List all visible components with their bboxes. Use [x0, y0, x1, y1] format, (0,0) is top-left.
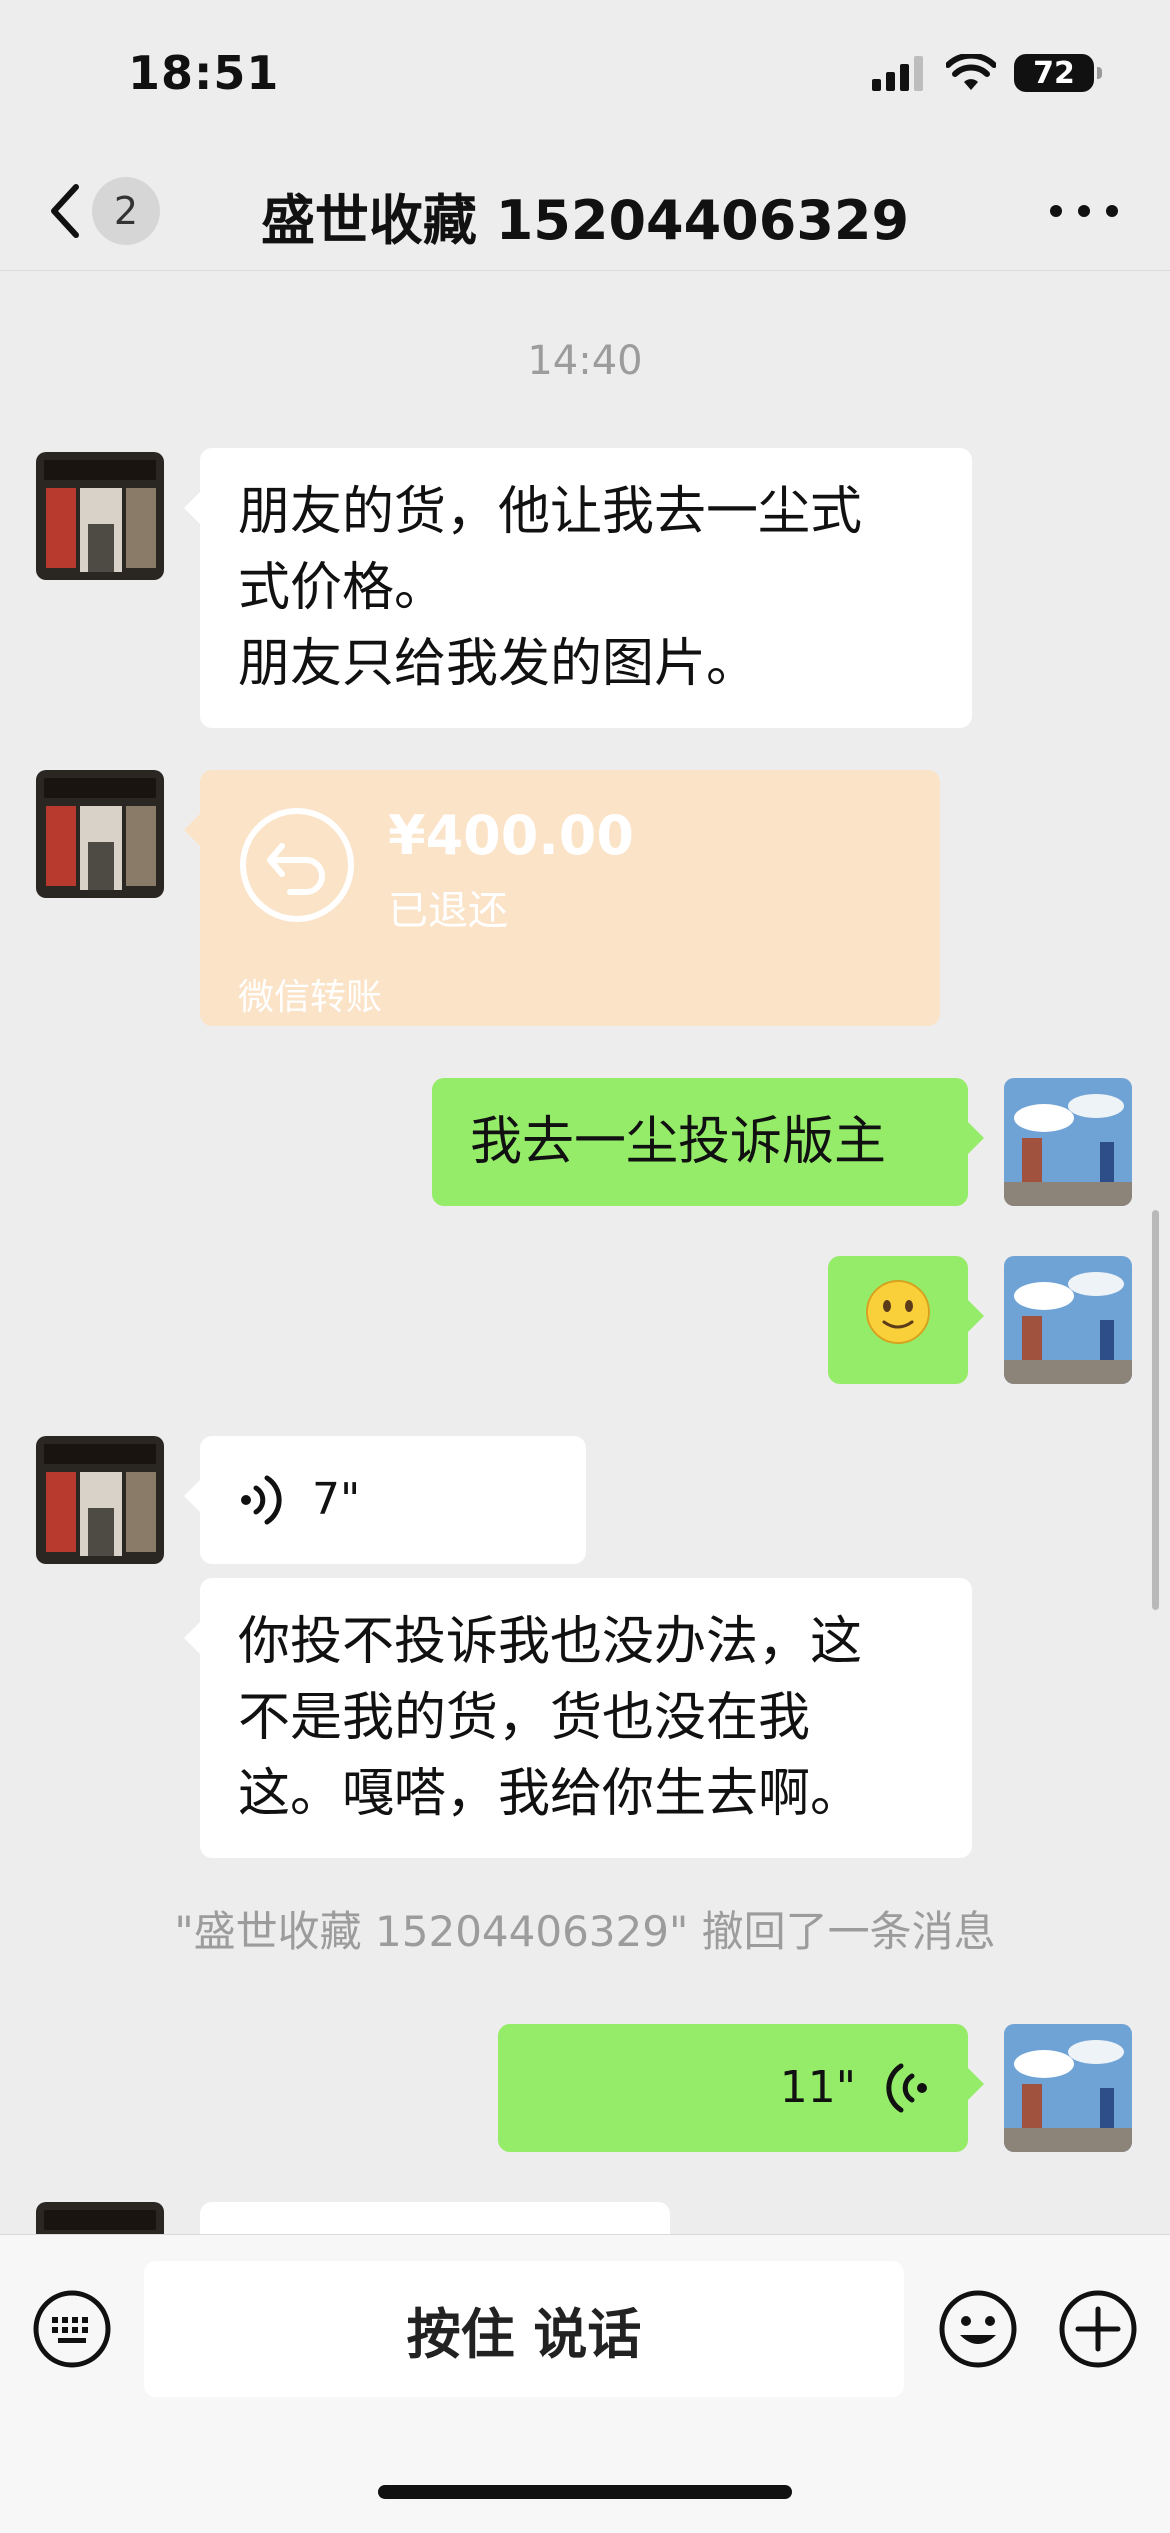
status-bar: 18:51 72 — [0, 0, 1170, 150]
message-list[interactable]: 14:40 朋友的货，他让我去一尘式 式价格。 朋友只给我发的图片。 ¥400.… — [0, 272, 1170, 2234]
user-avatar-image — [1004, 1256, 1132, 1384]
more-icon[interactable] — [1044, 186, 1124, 236]
keyboard-icon[interactable] — [32, 2289, 112, 2369]
contact-avatar[interactable] — [36, 1436, 164, 1564]
emoji-icon[interactable] — [938, 2289, 1018, 2369]
shop-avatar-image — [36, 2202, 164, 2234]
refund-arrow-icon — [240, 808, 354, 922]
my-avatar[interactable] — [1004, 1256, 1132, 1384]
message-bubble-outgoing[interactable]: 我去一尘投诉版主 — [432, 1078, 984, 1206]
my-avatar[interactable] — [1004, 2024, 1132, 2152]
message-bubble-incoming[interactable] — [200, 2202, 670, 2234]
signal-icon — [872, 56, 923, 91]
scrollbar[interactable] — [1152, 1210, 1159, 1610]
message-line: 不是我的货，货也没在我 — [238, 1688, 811, 1748]
hold-to-talk-button[interactable]: 按住 说话 — [144, 2261, 904, 2397]
message-bubble-outgoing[interactable] — [828, 1256, 984, 1384]
voice-duration: 7" — [312, 1474, 361, 1525]
transfer-amount: ¥400.00 — [388, 804, 634, 867]
shop-avatar-image — [36, 452, 164, 580]
message-line: 式价格。 — [238, 558, 447, 618]
my-avatar[interactable] — [1004, 1078, 1132, 1206]
message-line: 朋友只给我发的图片。 — [238, 634, 759, 694]
contact-avatar[interactable] — [36, 770, 164, 898]
message-text: 我去一尘投诉版主 — [470, 1112, 887, 1172]
message-line: 朋友的货，他让我去一尘式 — [238, 482, 863, 542]
status-time: 18:51 — [128, 46, 280, 100]
voice-wave-icon — [886, 2063, 927, 2113]
shop-avatar-image — [36, 1436, 164, 1564]
battery-icon: 72 — [1014, 54, 1102, 92]
user-avatar-image — [1004, 2024, 1132, 2152]
status-icons: 72 — [872, 54, 1102, 92]
voice-message-outgoing[interactable]: 11" — [498, 2024, 984, 2152]
wifi-icon — [946, 54, 996, 90]
message-bubble-incoming[interactable]: 你投不投诉我也没办法，这 不是我的货，货也没在我 这。嘎嗒，我给你生去啊。 — [184, 1578, 972, 1858]
plus-icon[interactable] — [1058, 2289, 1138, 2369]
smile-emoji — [866, 1280, 930, 1344]
contact-avatar[interactable] — [36, 452, 164, 580]
page-title: 盛世收藏 15204406329 — [260, 189, 910, 252]
battery-level: 72 — [1033, 55, 1075, 91]
recall-notice: "盛世收藏 15204406329" 撤回了一条消息 — [174, 1907, 996, 1956]
message-bubble-incoming[interactable]: 朋友的货，他让我去一尘式 式价格。 朋友只给我发的图片。 — [184, 448, 972, 728]
message-line: 这。嘎嗒，我给你生去啊。 — [238, 1764, 863, 1824]
transfer-status: 已退还 — [388, 888, 508, 934]
message-line: 你投不投诉我也没办法，这 — [238, 1612, 863, 1672]
shop-avatar-image — [36, 770, 164, 898]
voice-wave-icon — [241, 1475, 282, 1525]
user-avatar-image — [1004, 1078, 1132, 1206]
chat-header: 2 盛世收藏 15204406329 — [0, 150, 1170, 271]
message-timestamp: 14:40 — [527, 338, 643, 384]
voice-message-incoming[interactable]: 7" — [184, 1436, 586, 1564]
home-indicator[interactable] — [378, 2485, 792, 2499]
voice-duration: 11" — [779, 2062, 856, 2113]
transfer-label: 微信转账 — [238, 977, 383, 1018]
transfer-card[interactable]: ¥400.00 已退还 微信转账 — [184, 770, 940, 1026]
contact-avatar[interactable] — [36, 2202, 164, 2234]
